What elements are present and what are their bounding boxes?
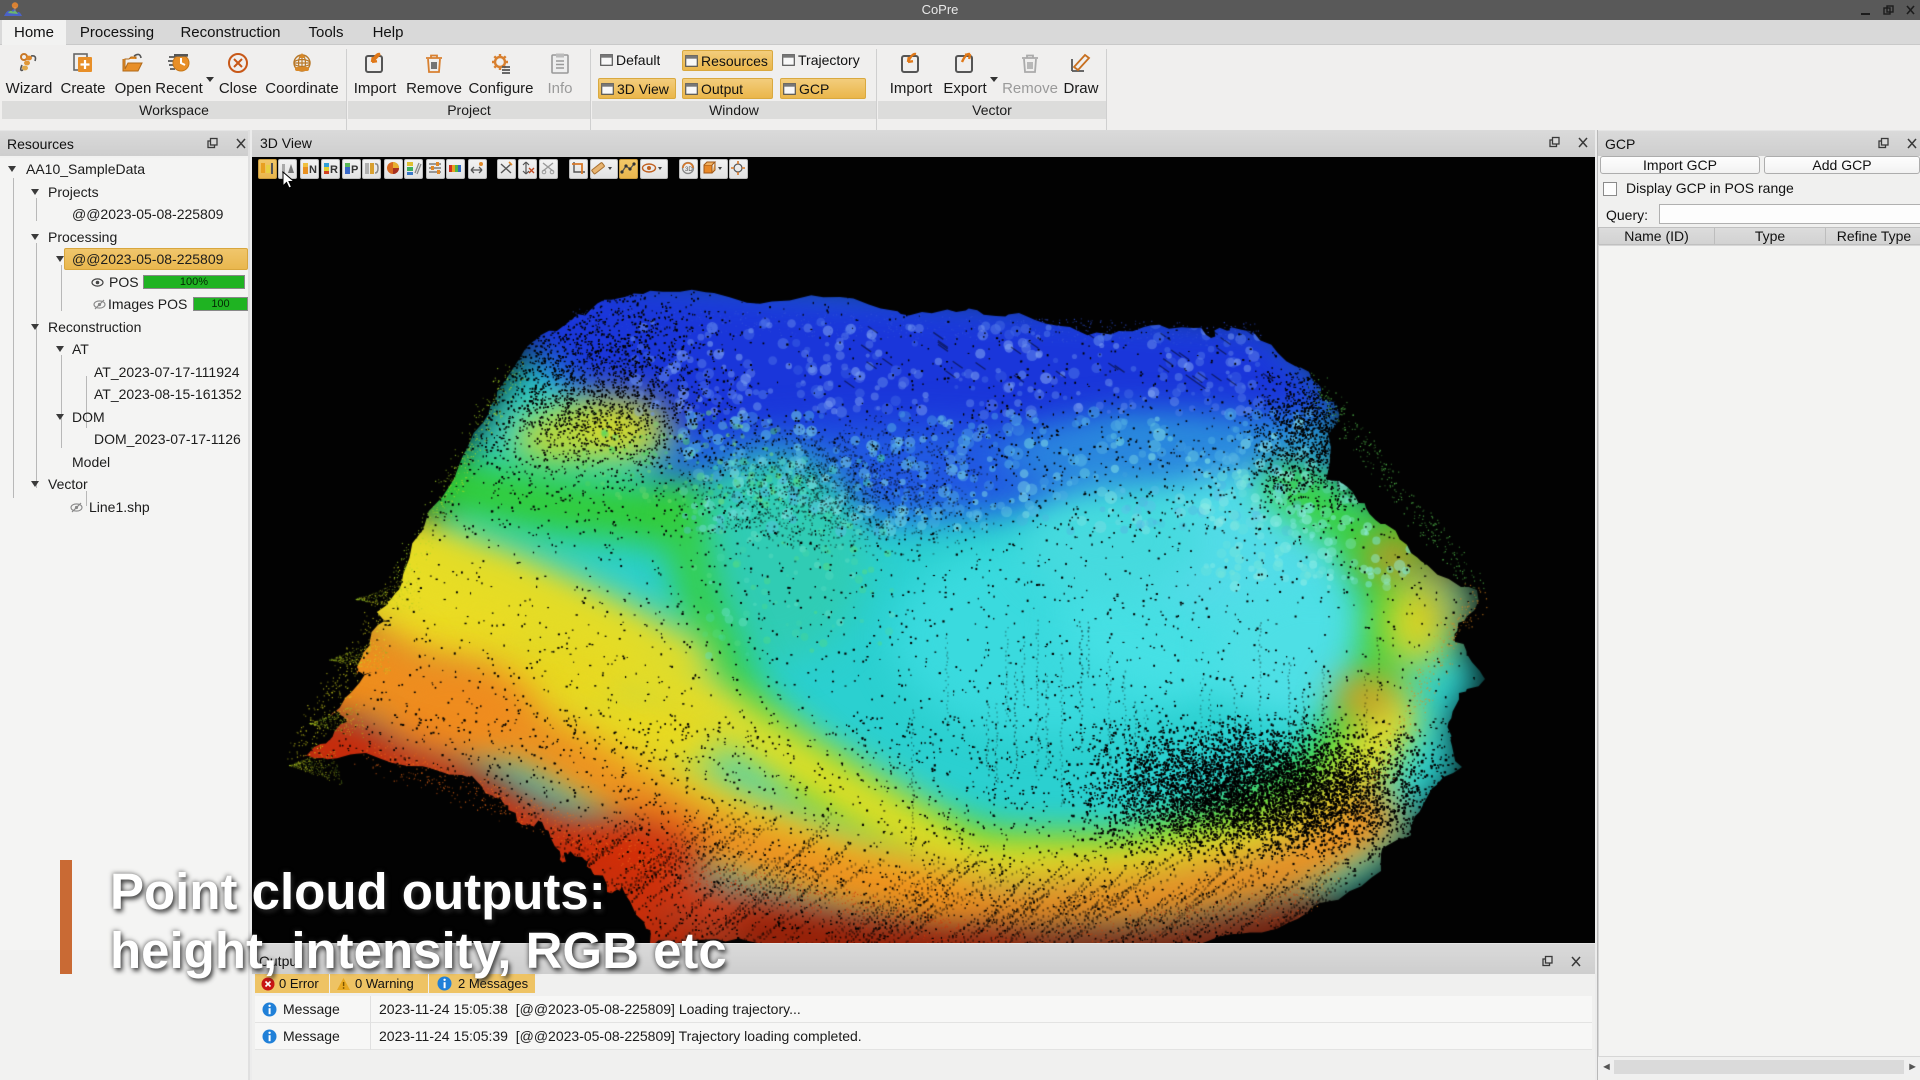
svg-text:N: N bbox=[309, 164, 317, 176]
svg-text:R: R bbox=[330, 164, 338, 176]
svg-text:3D: 3D bbox=[685, 167, 693, 173]
svg-text:P: P bbox=[351, 164, 358, 176]
